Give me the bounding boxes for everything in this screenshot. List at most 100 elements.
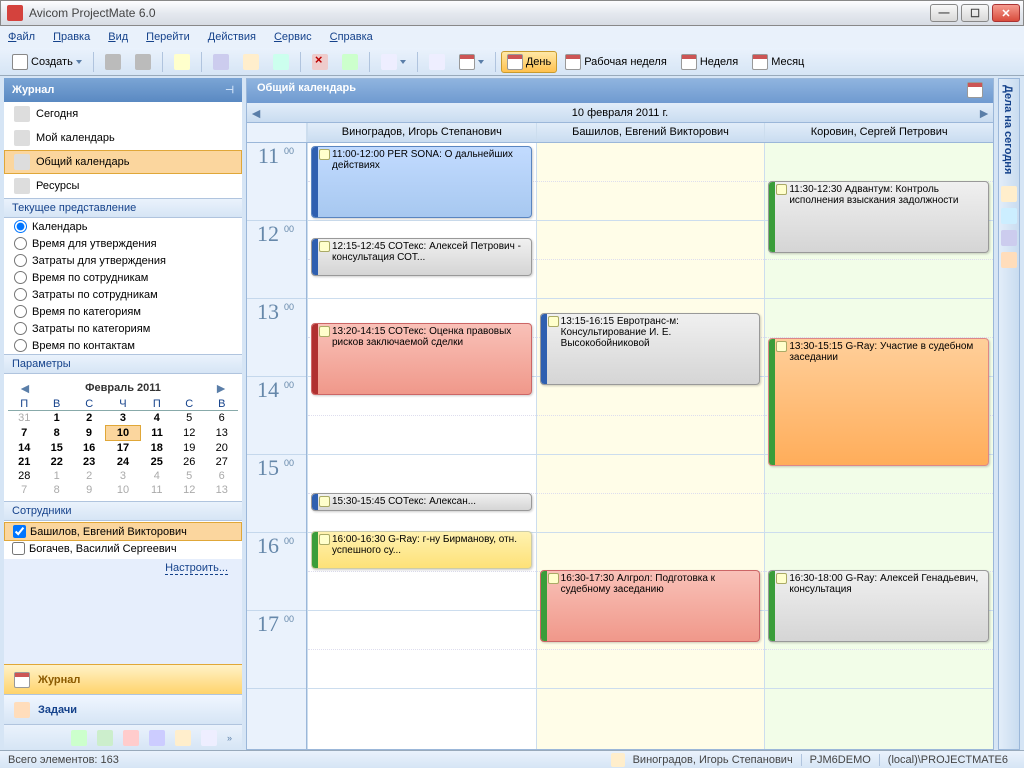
print-button[interactable] xyxy=(99,51,127,73)
calendar-day[interactable]: 19 xyxy=(173,441,205,456)
column-header[interactable]: Виноградов, Игорь Степанович xyxy=(307,123,536,142)
shortcut-icon[interactable] xyxy=(123,730,139,746)
maximize-button[interactable]: ☐ xyxy=(961,4,989,22)
undo-button[interactable] xyxy=(168,51,196,73)
listview-button[interactable] xyxy=(375,51,412,73)
create-button[interactable]: Создать xyxy=(6,51,88,73)
calendar-day[interactable]: 11 xyxy=(141,483,173,497)
tasks-tab[interactable]: Задачи xyxy=(4,694,242,724)
calendar-day[interactable]: 16 xyxy=(73,441,105,456)
column-header[interactable]: Коровин, Сергей Петрович xyxy=(764,123,993,142)
calendar-day[interactable]: 11 xyxy=(141,426,173,441)
tool3-button[interactable] xyxy=(267,51,295,73)
calendar-day[interactable]: 3 xyxy=(105,469,140,483)
calendar-day[interactable]: 8 xyxy=(40,426,72,441)
nav-item[interactable]: Мой календарь xyxy=(4,126,242,150)
calendar-day[interactable]: 22 xyxy=(40,455,72,469)
calendar-day[interactable]: 24 xyxy=(105,455,140,469)
configure-link[interactable]: Настроить... xyxy=(4,559,242,577)
calendar-day[interactable]: 3 xyxy=(105,411,140,426)
side-icon[interactable] xyxy=(1001,230,1017,246)
calendar-day[interactable]: 13 xyxy=(205,426,238,441)
shortcut-icon[interactable] xyxy=(149,730,165,746)
shortcut-icon[interactable] xyxy=(175,730,191,746)
calendar-day[interactable]: 12 xyxy=(173,483,205,497)
dayview-button[interactable]: День xyxy=(501,51,557,73)
calendar-day[interactable]: 4 xyxy=(141,469,173,483)
calendar-day[interactable]: 6 xyxy=(205,469,238,483)
side-icon[interactable] xyxy=(1001,252,1017,268)
calendar-day[interactable]: 7 xyxy=(8,426,40,441)
calendar-event[interactable]: 11:00-12:00 PER SONA: О дальнейших дейст… xyxy=(311,146,532,218)
calendar-icon[interactable] xyxy=(967,82,983,98)
calendar-day[interactable]: 6 xyxy=(205,411,238,426)
calendar-day[interactable]: 15 xyxy=(40,441,72,456)
calendar-event[interactable]: 13:30-15:15 G-Ray: Участие в судебном за… xyxy=(768,338,989,466)
calendar-day[interactable]: 1 xyxy=(40,411,72,426)
calendar-day[interactable]: 28 xyxy=(8,469,40,483)
day-column[interactable]: 11:00-12:00 PER SONA: О дальнейших дейст… xyxy=(307,143,536,749)
menu-help[interactable]: Справка xyxy=(330,31,373,43)
view-radio[interactable]: Затраты по категориям xyxy=(4,320,242,337)
calendar-day[interactable]: 27 xyxy=(205,455,238,469)
menu-service[interactable]: Сервис xyxy=(274,31,312,43)
side-icon[interactable] xyxy=(1001,186,1017,202)
today-tasks-tab[interactable]: Дела на сегодня xyxy=(998,78,1020,750)
day-column[interactable]: 13:15-16:15 Евротранс-м: Консультировани… xyxy=(536,143,765,749)
calendar-event[interactable]: 11:30-12:30 Адвантум: Контроль исполнени… xyxy=(768,181,989,253)
nav-item[interactable]: Ресурсы xyxy=(4,174,242,198)
calendar-day[interactable]: 25 xyxy=(141,455,173,469)
calendar-day[interactable]: 23 xyxy=(73,455,105,469)
calendar-day[interactable]: 9 xyxy=(73,426,105,441)
expand-icon[interactable]: » xyxy=(227,733,232,743)
menu-goto[interactable]: Перейти xyxy=(146,31,190,43)
delete-button[interactable] xyxy=(306,51,334,73)
next-day-button[interactable]: ► xyxy=(975,105,993,121)
employee-item[interactable]: Башилов, Евгений Викторович xyxy=(4,522,242,541)
shortcut-icon[interactable] xyxy=(201,730,217,746)
column-header[interactable]: Башилов, Евгений Викторович xyxy=(536,123,765,142)
view-radio[interactable]: Календарь xyxy=(4,218,242,235)
calendar-event[interactable]: 13:15-16:15 Евротранс-м: Консультировани… xyxy=(540,313,761,385)
view-radio[interactable]: Время по контактам xyxy=(4,337,242,354)
monthview-button[interactable]: Месяц xyxy=(746,51,810,73)
minimize-button[interactable]: — xyxy=(930,4,958,22)
view-radio[interactable]: Время по сотрудникам xyxy=(4,269,242,286)
menu-actions[interactable]: Действия xyxy=(208,31,256,43)
tool1-button[interactable] xyxy=(207,51,235,73)
prev-month-button[interactable]: ◄ xyxy=(18,380,32,396)
calendar-day[interactable]: 21 xyxy=(8,455,40,469)
journal-tab[interactable]: Журнал xyxy=(4,664,242,694)
menu-file[interactable]: Файл xyxy=(8,31,35,43)
calendar-day[interactable]: 26 xyxy=(173,455,205,469)
calendar-day[interactable]: 14 xyxy=(8,441,40,456)
calendar-event[interactable]: 15:30-15:45 СОТекс: Алексан... xyxy=(311,493,532,511)
next-month-button[interactable]: ► xyxy=(214,380,228,396)
calendar-event[interactable]: 16:00-16:30 G-Ray: г-ну Бирманову, отн. … xyxy=(311,531,532,569)
view-radio[interactable]: Время по категориям xyxy=(4,303,242,320)
calendar-day[interactable]: 5 xyxy=(173,411,205,426)
calendar-day[interactable]: 13 xyxy=(205,483,238,497)
cal-button[interactable] xyxy=(453,51,490,73)
day-column[interactable]: 11:30-12:30 Адвантум: Контроль исполнени… xyxy=(764,143,993,749)
view-radio[interactable]: Затраты по сотрудникам xyxy=(4,286,242,303)
menu-view[interactable]: Вид xyxy=(108,31,128,43)
calendar-day[interactable]: 1 xyxy=(40,469,72,483)
calendar-day[interactable]: 4 xyxy=(141,411,173,426)
calendar-day[interactable]: 31 xyxy=(8,411,40,426)
workweekview-button[interactable]: Рабочая неделя xyxy=(559,51,673,73)
calendar-day[interactable]: 20 xyxy=(205,441,238,456)
close-button[interactable]: ✕ xyxy=(992,4,1020,22)
calendar-day[interactable]: 5 xyxy=(173,469,205,483)
view-radio[interactable]: Затраты для утверждения xyxy=(4,252,242,269)
calendar-day[interactable]: 12 xyxy=(173,426,205,441)
calendar-day[interactable]: 2 xyxy=(73,469,105,483)
prev-day-button[interactable]: ◄ xyxy=(247,105,265,121)
grid-button[interactable] xyxy=(423,51,451,73)
weekview-button[interactable]: Неделя xyxy=(675,51,744,73)
employee-item[interactable]: Богачев, Василий Сергеевич xyxy=(4,540,242,557)
calendar-day[interactable]: 10 xyxy=(105,426,140,441)
calendar-day[interactable]: 18 xyxy=(141,441,173,456)
save-button[interactable] xyxy=(129,51,157,73)
calendar-event[interactable]: 12:15-12:45 СОТекс: Алексей Петрович - к… xyxy=(311,238,532,276)
